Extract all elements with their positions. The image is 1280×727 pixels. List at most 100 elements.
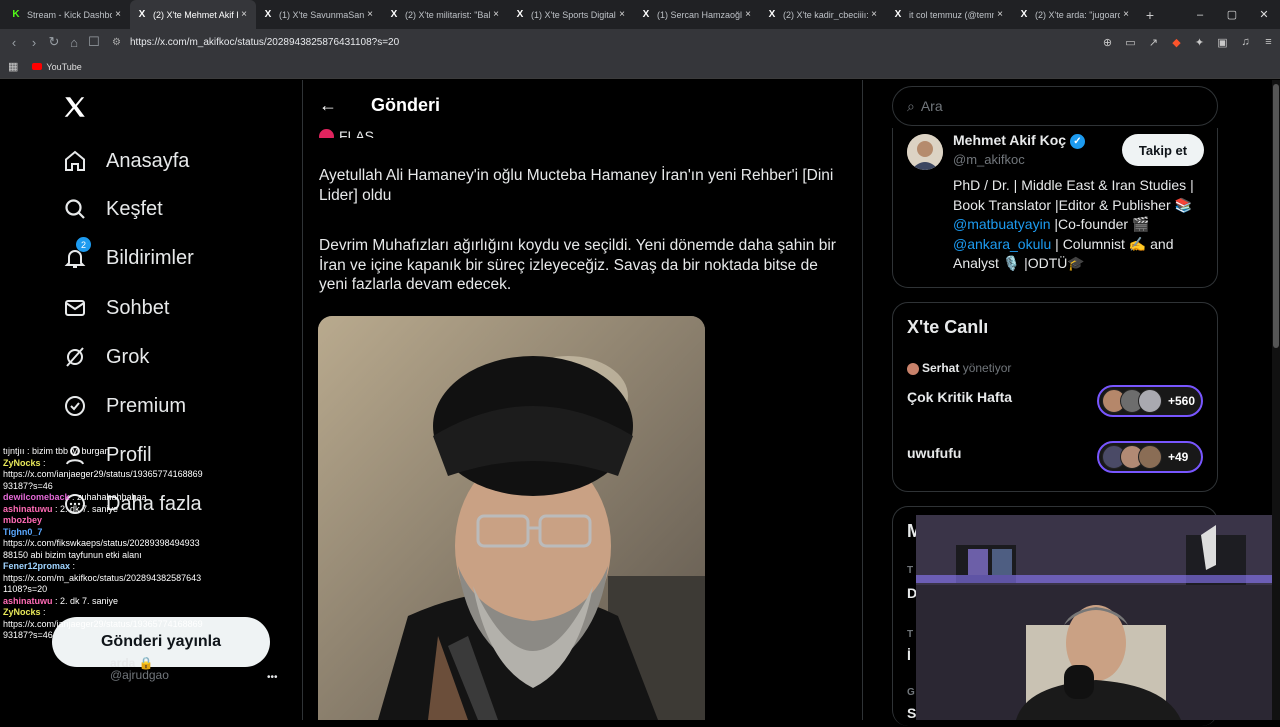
x-logo-icon[interactable] — [62, 94, 88, 128]
tab-title: (2) X'te kadir_cbeciiiı: "htt — [783, 9, 868, 20]
chat-message-line: ashinatuwu : 2. dk 7. saniye — [0, 596, 300, 608]
close-tab-icon[interactable]: × — [994, 9, 1006, 20]
listener-avatar — [1138, 445, 1162, 469]
close-tab-icon[interactable]: × — [112, 9, 124, 20]
extensions-icon[interactable]: ✦ — [1188, 36, 1211, 49]
browser-tab[interactable]: X (2) X'te Mehmet Akif K × — [130, 0, 256, 29]
close-tab-icon[interactable]: × — [238, 9, 250, 20]
nav-item-home[interactable]: Anasayfa — [62, 145, 189, 177]
tab-title: Stream - Kick Dashboard — [27, 9, 112, 20]
chat-message-line: mbozbey — [0, 515, 300, 527]
back-nav-icon[interactable]: ‹ — [4, 35, 24, 50]
media-icon[interactable]: ♫ — [1234, 36, 1257, 48]
live-space-listeners[interactable]: +560 — [1097, 385, 1203, 417]
post-image[interactable] — [318, 316, 705, 720]
close-tab-icon[interactable]: × — [742, 9, 754, 20]
tab-favicon-icon: X — [894, 9, 902, 20]
live-space-title[interactable]: Çok Kritik Hafta — [907, 389, 1012, 405]
account-switcher[interactable]: arda 🔒 @ajrudgao — [110, 657, 169, 681]
chat-message-line: Tighn0_7 — [0, 527, 300, 539]
close-tab-icon[interactable]: × — [616, 9, 628, 20]
home-browser-icon[interactable]: ⌂ — [64, 35, 84, 50]
nav-item-verified[interactable]: Premium — [62, 390, 186, 422]
minimize-icon[interactable]: – — [1184, 9, 1216, 21]
chat-username: dewilcomeback — [3, 492, 70, 502]
close-window-icon[interactable]: ✕ — [1248, 8, 1280, 21]
browser-tab[interactable]: X (2) X'te arda: "jugoarda ht× — [1012, 0, 1138, 29]
chat-message-line: ZyNocks : — [0, 607, 300, 619]
post-column: ← Gönderi FLAŞ Ayetullah Ali Hamaney'in … — [302, 80, 863, 720]
chat-text: : zuhahahahhahaa — [69, 492, 147, 502]
close-tab-icon[interactable]: × — [868, 9, 880, 20]
chat-message-line: 88150 abi bizim tayfunun etki alanı — [0, 550, 300, 562]
chat-text: tıjntjıı : bizim tbb iyi burgan — [3, 446, 110, 456]
profile-card: Mehmet Akif Koç ✓ @m_akifkoc Takip et Ph… — [892, 128, 1218, 288]
nav-item-search[interactable]: Keşfet — [62, 193, 163, 225]
browser-tab[interactable]: X (2) X'te militarist: "Balıklar× — [382, 0, 508, 29]
browser-tab[interactable]: X (1) X'te SavunmaSanayiST× — [256, 0, 382, 29]
nav-item-mail[interactable]: Sohbet — [62, 292, 169, 324]
nav-item-label: Premium — [106, 394, 187, 417]
youtube-icon — [32, 63, 43, 70]
close-tab-icon[interactable]: × — [364, 9, 376, 20]
verified-icon — [62, 393, 88, 419]
forward-nav-icon[interactable]: › — [24, 35, 44, 50]
live-space-listeners[interactable]: +49 — [1097, 441, 1203, 473]
zoom-icon[interactable]: ⊕ — [1096, 36, 1119, 49]
tab-title: (1) Sercan Hamzaoğlu (@s — [657, 9, 742, 20]
reload-icon[interactable]: ↻ — [44, 34, 64, 50]
cast-icon[interactable]: ▭ — [1119, 36, 1142, 49]
chat-message-line: tıjntjıı : bizim tbb iyi burgan — [0, 446, 300, 458]
trend-partial-text: T — [907, 629, 914, 640]
tab-favicon-icon: X — [1020, 9, 1028, 20]
chat-text: https://x.com/fikswkaeps/status/20289398… — [3, 538, 200, 548]
nav-item-grok[interactable]: Grok — [62, 341, 149, 373]
tab-favicon-icon: X — [642, 9, 650, 20]
scrollbar-thumb[interactable] — [1273, 84, 1279, 348]
chat-text: https://x.com/ianjaeger29/status/1936577… — [3, 618, 203, 629]
nav-item-label: Keşfet — [106, 197, 163, 220]
page-scrollbar[interactable] — [1272, 80, 1280, 720]
tab-title: (2) X'te Mehmet Akif K — [153, 9, 238, 20]
close-tab-icon[interactable]: × — [1120, 9, 1132, 20]
chat-message-line: https://x.com/fikswkaeps/status/20289398… — [0, 538, 300, 550]
browser-tab[interactable]: Xit col temmuz (@temmuz× — [886, 0, 1012, 29]
url-bar[interactable]: ⚙ https://x.com/m_akifkoc/status/2028943… — [112, 32, 1082, 52]
brave-shield-icon[interactable]: ◆ — [1165, 36, 1188, 49]
apps-grid-icon[interactable]: ▦ — [8, 60, 18, 73]
follow-button[interactable]: Takip et — [1122, 134, 1204, 166]
close-tab-icon[interactable]: × — [490, 9, 502, 20]
live-host: Serhat yönetiyor — [907, 361, 1011, 375]
post-header: ← Gönderi — [303, 80, 863, 130]
chat-text: 93187?s=46 — [3, 630, 53, 640]
notification-badge: 2 — [76, 237, 91, 252]
profile-name[interactable]: Mehmet Akif Koç ✓ — [953, 132, 1085, 149]
search-box[interactable]: ⌕ Ara — [892, 86, 1218, 126]
site-info-icon[interactable]: ⚙ — [112, 37, 130, 48]
chat-text: : — [40, 607, 46, 617]
chat-text: : 2. dk 7. saniye — [52, 595, 119, 606]
live-space-title[interactable]: uwufufu — [907, 445, 961, 461]
avatar[interactable] — [907, 134, 943, 170]
bookmark-youtube[interactable]: YouTube — [32, 62, 82, 72]
browser-tab[interactable]: K Stream - Kick Dashboard× — [4, 0, 130, 29]
new-tab-icon[interactable]: + — [1138, 7, 1162, 23]
bookmark-icon[interactable]: ☐ — [84, 34, 104, 50]
browser-tab[interactable]: X (1) Sercan Hamzaoğlu (@s× — [634, 0, 760, 29]
menu-icon[interactable]: ≡ — [1257, 36, 1280, 48]
browser-tab[interactable]: X (2) X'te kadir_cbeciiiı: "htt× — [760, 0, 886, 29]
maximize-icon[interactable]: ▢ — [1216, 8, 1248, 21]
chat-username: Tighn0_7 — [3, 526, 43, 537]
search-icon — [62, 196, 88, 222]
browser-tab[interactable]: X (1) X'te Sports Digitale: "U× — [508, 0, 634, 29]
bio-link-matbuat[interactable]: @matbuatyayin — [953, 216, 1050, 232]
sidebar-toggle-icon[interactable]: ▣ — [1211, 36, 1234, 49]
nav-item-bell[interactable]: Bildirimler 2 — [62, 237, 194, 274]
post-text-paragraph-2: Devrim Muhafızları ağırlığını koydu ve s… — [319, 237, 836, 293]
share-icon[interactable]: ↗ — [1142, 36, 1165, 49]
chat-message-line: ashinatuwu : 2. dk 7. saniye — [0, 504, 300, 516]
chat-username: ashinatuwu — [3, 595, 53, 606]
bio-link-ankara[interactable]: @ankara_okulu — [953, 236, 1051, 252]
account-more-icon[interactable]: ••• — [267, 672, 278, 684]
back-arrow-icon[interactable]: ← — [303, 95, 353, 116]
